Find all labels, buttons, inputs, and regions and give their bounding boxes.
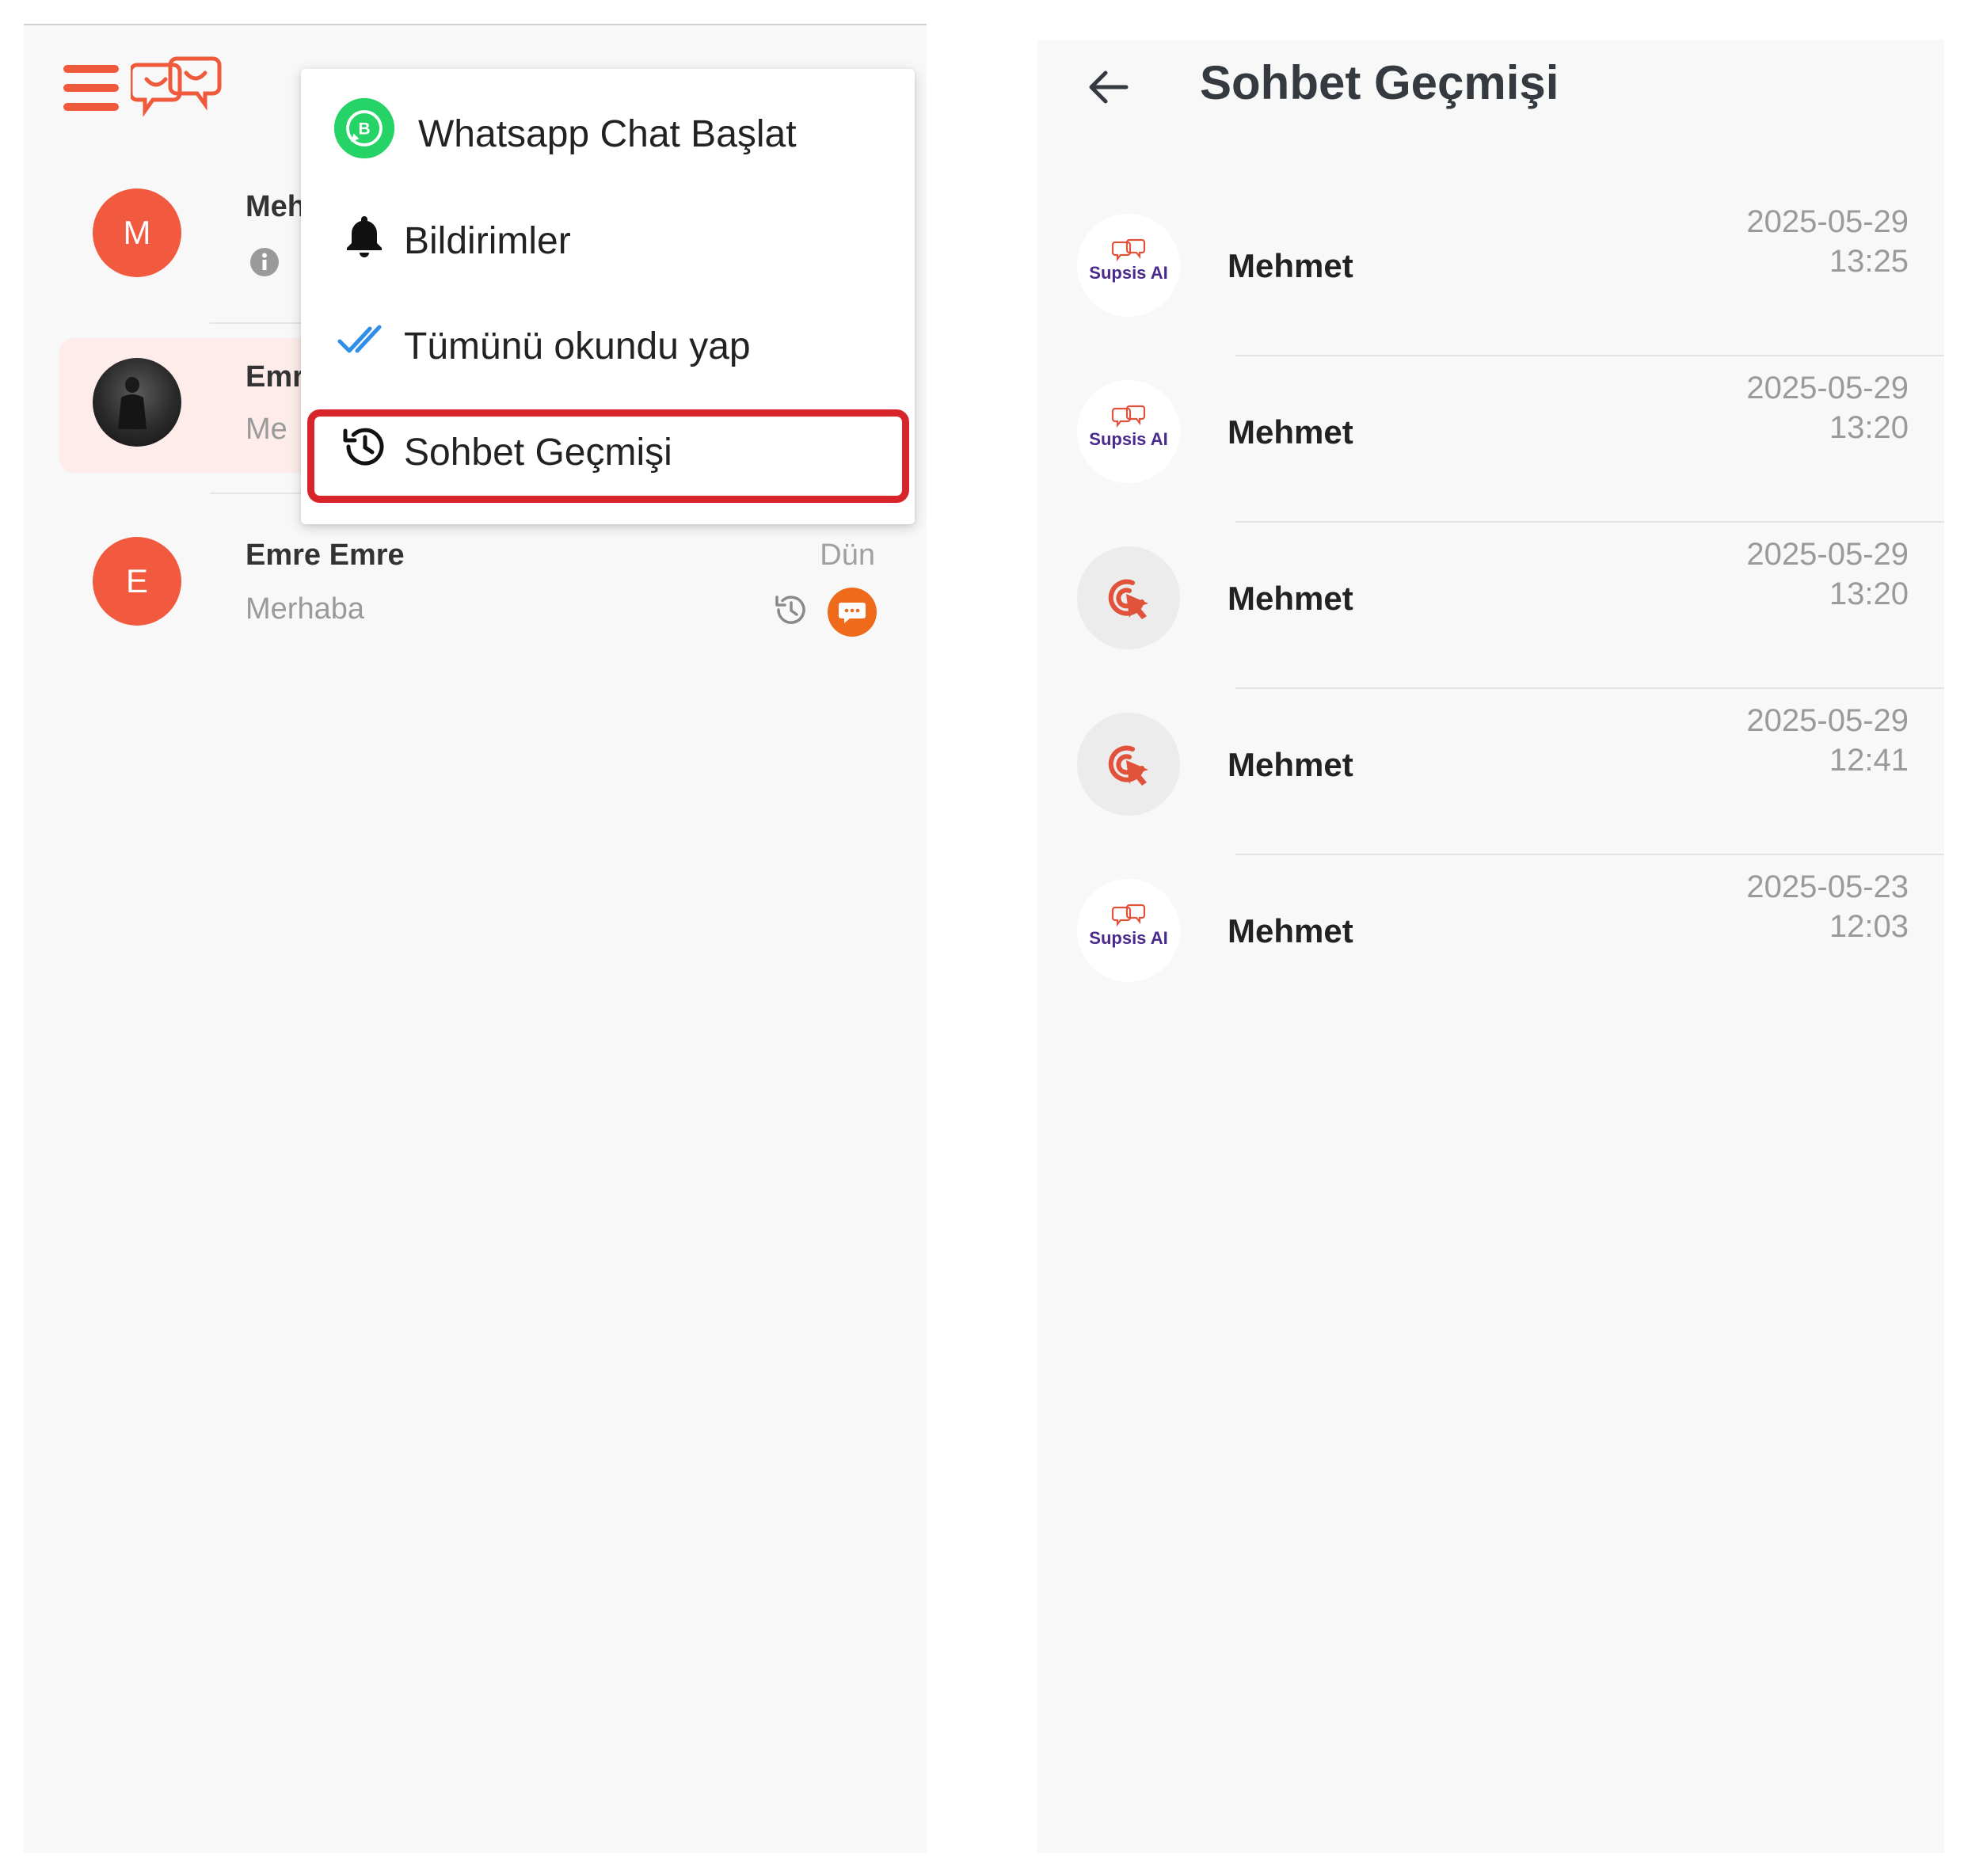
menu-item-label: Tümünü okundu yap bbox=[404, 325, 751, 367]
menu-item-notifications[interactable]: Bildirimler bbox=[301, 176, 915, 279]
menu-item-label: Whatsapp Chat Başlat bbox=[418, 113, 797, 155]
back-arrow-icon[interactable] bbox=[1085, 63, 1132, 111]
svg-text:Supsis AI: Supsis AI bbox=[1089, 429, 1167, 449]
chat-time: Dün bbox=[820, 538, 875, 572]
history-timestamp: 2025-05-29 12:41 bbox=[1746, 703, 1909, 778]
history-timestamp: 2025-05-29 13:25 bbox=[1746, 204, 1909, 279]
svg-text:Supsis AI: Supsis AI bbox=[1089, 263, 1167, 283]
history-name: Mehmet bbox=[1228, 746, 1353, 783]
menu-item-whatsapp-chat[interactable]: B Whatsapp Chat Başlat bbox=[301, 69, 915, 172]
double-check-icon bbox=[333, 309, 396, 372]
chat-preview: Merhaba bbox=[246, 592, 364, 626]
avatar: M bbox=[93, 188, 181, 277]
avatar-photo bbox=[93, 358, 181, 447]
history-timestamp: 2025-05-23 12:03 bbox=[1746, 870, 1909, 944]
chat-history-screen: Sohbet Geçmişi Supsis AI Mehmet 2025-05-… bbox=[1037, 40, 1944, 1853]
app-logo-icon bbox=[131, 56, 222, 117]
supsis-ai-logo-icon: Supsis AI bbox=[1077, 380, 1180, 483]
bell-icon bbox=[333, 204, 396, 267]
person-silhouette-icon bbox=[118, 377, 147, 429]
supsis-ai-logo-icon: Supsis AI bbox=[1077, 214, 1180, 317]
history-row[interactable]: Supsis AI Mehmet 2025-05-23 12:03 bbox=[1037, 855, 1944, 1022]
chat-name: Emre Emre bbox=[246, 538, 405, 572]
svg-text:Supsis AI: Supsis AI bbox=[1089, 928, 1167, 948]
history-name: Mehmet bbox=[1228, 247, 1353, 284]
menu-item-label: Bildirimler bbox=[404, 220, 571, 262]
chat-list-item[interactable]: E Emre Emre Merhaba Dün bbox=[59, 516, 915, 651]
highlight-annotation bbox=[307, 409, 909, 503]
history-timestamp: 2025-05-29 13:20 bbox=[1746, 537, 1909, 611]
overflow-menu: B Whatsapp Chat Başlat Bildirimler Tümün… bbox=[301, 69, 915, 524]
history-row[interactable]: Mehmet 2025-05-29 13:20 bbox=[1037, 523, 1944, 689]
supsis-ai-logo-icon: Supsis AI bbox=[1077, 879, 1180, 982]
avatar: E bbox=[93, 537, 181, 626]
whatsapp-business-icon: B bbox=[333, 97, 396, 160]
history-row[interactable]: Supsis AI Mehmet 2025-05-29 13:25 bbox=[1037, 190, 1944, 356]
history-row[interactable]: Mehmet 2025-05-29 12:41 bbox=[1037, 689, 1944, 855]
chat-bubble-icon[interactable] bbox=[828, 588, 877, 637]
history-row[interactable]: Supsis AI Mehmet 2025-05-29 13:20 bbox=[1037, 356, 1944, 523]
history-timestamp: 2025-05-29 13:20 bbox=[1746, 371, 1909, 445]
chat-preview: Me bbox=[246, 413, 287, 446]
cursor-click-icon bbox=[1077, 713, 1180, 816]
history-name: Mehmet bbox=[1228, 580, 1353, 617]
history-icon[interactable] bbox=[771, 589, 812, 630]
menu-item-mark-all-read[interactable]: Tümünü okundu yap bbox=[301, 281, 915, 384]
history-name: Mehmet bbox=[1228, 413, 1353, 451]
cursor-click-icon bbox=[1077, 546, 1180, 649]
svg-text:B: B bbox=[358, 120, 370, 139]
chat-name: Meh bbox=[246, 190, 306, 223]
hamburger-menu-icon[interactable] bbox=[63, 65, 119, 112]
chat-name: Emr bbox=[246, 360, 304, 394]
chat-list-screen: M Meh Emr Me E Emre Emre Merhaba Dün B W… bbox=[24, 24, 927, 1853]
history-name: Mehmet bbox=[1228, 912, 1353, 949]
info-icon bbox=[250, 248, 279, 276]
page-title: Sohbet Geçmişi bbox=[1200, 56, 1559, 109]
